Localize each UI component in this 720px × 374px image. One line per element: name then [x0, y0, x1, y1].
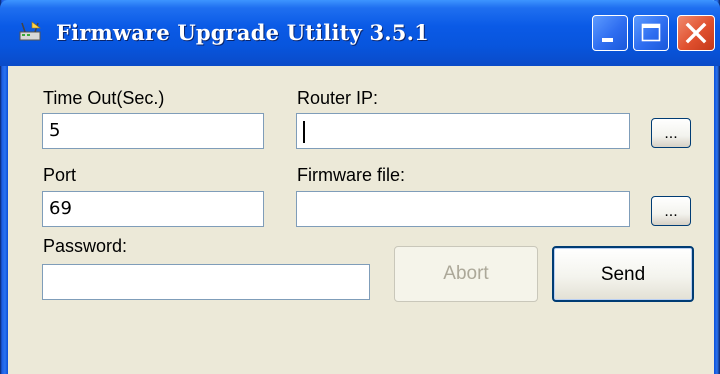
- password-label: Password:: [43, 236, 128, 256]
- app-icon: [19, 21, 41, 41]
- router-ip-browse-button[interactable]: ...: [651, 118, 691, 148]
- timeout-label: Time Out(Sec.): [43, 88, 165, 108]
- port-input[interactable]: 69: [42, 191, 264, 227]
- send-button[interactable]: Send: [552, 246, 694, 302]
- close-button[interactable]: [677, 15, 715, 51]
- port-label: Port: [43, 165, 77, 185]
- timeout-value: 5: [49, 120, 61, 141]
- port-value: 69: [49, 198, 72, 219]
- maximize-button[interactable]: [633, 15, 669, 51]
- router-ip-label: Router IP:: [297, 88, 379, 108]
- firmware-file-label: Firmware file:: [297, 165, 406, 185]
- timeout-input[interactable]: 5: [42, 113, 264, 149]
- close-icon: [685, 22, 707, 44]
- title-bar[interactable]: Firmware Upgrade Utility 3.5.1: [0, 0, 720, 66]
- router-ip-input[interactable]: [296, 113, 630, 149]
- minimize-button[interactable]: [592, 15, 628, 51]
- app-window: Firmware Upgrade Utility 3.5.1 Time Out(…: [0, 0, 720, 374]
- password-input[interactable]: [42, 264, 370, 300]
- window-title: Firmware Upgrade Utility 3.5.1: [56, 20, 429, 45]
- abort-button[interactable]: Abort: [394, 246, 538, 302]
- text-caret: [303, 121, 305, 143]
- firmware-file-browse-button[interactable]: ...: [651, 196, 691, 226]
- firmware-file-input[interactable]: [296, 191, 630, 227]
- maximize-icon: [641, 23, 661, 42]
- minimize-icon: [602, 38, 613, 42]
